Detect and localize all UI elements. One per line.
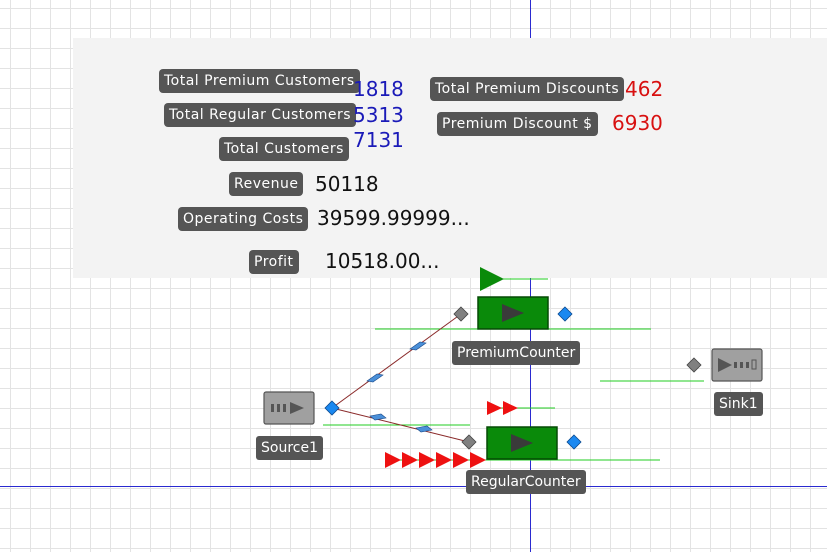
model-canvas <box>263 267 763 468</box>
premium-counter-object[interactable] <box>478 297 548 329</box>
premium-processing-entity-icon <box>480 267 504 291</box>
regular-output-node-icon <box>566 434 582 450</box>
regular-counter-object[interactable] <box>487 427 557 459</box>
connector-to-premium <box>331 313 462 409</box>
source1-object[interactable] <box>264 392 314 424</box>
source-output-node-icon <box>324 400 340 416</box>
moving-entity-icon <box>366 341 433 433</box>
premium-output-node-icon <box>557 306 573 322</box>
premium-input-node-icon <box>453 306 469 322</box>
regular-counter-label[interactable]: RegularCounter <box>466 470 586 494</box>
regular-input-node-icon <box>461 434 477 450</box>
sink-input-node-icon <box>686 357 702 373</box>
premium-counter-label[interactable]: PremiumCounter <box>452 341 581 365</box>
sink1-object[interactable] <box>712 349 762 381</box>
sink1-label[interactable]: Sink1 <box>714 392 763 416</box>
source1-label[interactable]: Source1 <box>256 436 323 460</box>
